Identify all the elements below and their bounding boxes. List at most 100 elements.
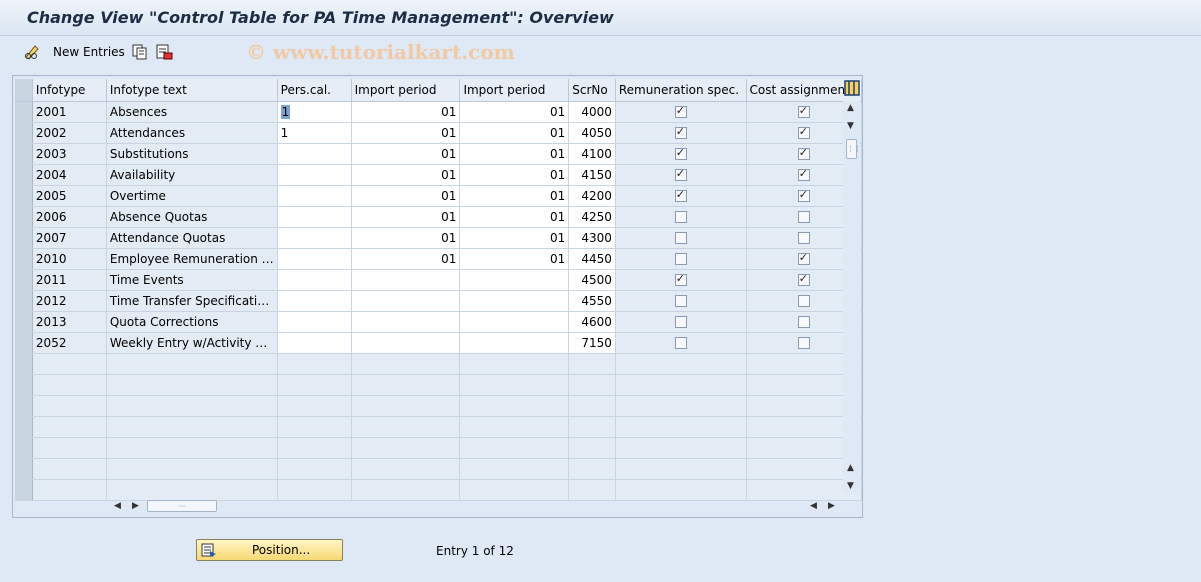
remuneration-spec-checkbox[interactable]	[615, 248, 747, 270]
select-all-header[interactable]	[15, 79, 33, 102]
checkbox[interactable]	[797, 251, 810, 265]
pers-cal-input[interactable]	[277, 206, 352, 228]
row-selector[interactable]	[15, 122, 33, 144]
table-row[interactable]: 2012 Time Transfer Specificati… 4550	[15, 290, 863, 312]
table-row[interactable]: 2002 Attendances 1 01 01 4050	[15, 122, 863, 144]
column-header[interactable]: Pers.cal.	[277, 79, 352, 102]
delimit-icon[interactable]	[155, 43, 173, 61]
pers-cal-input[interactable]	[277, 185, 352, 207]
import-period-input[interactable]: 01	[459, 206, 570, 228]
row-selector[interactable]	[15, 353, 33, 375]
row-selector[interactable]	[15, 248, 33, 270]
pers-cal-input[interactable]	[277, 332, 352, 354]
remuneration-spec-checkbox[interactable]	[615, 311, 747, 333]
remuneration-spec-checkbox[interactable]	[615, 206, 747, 228]
pers-cal-input[interactable]	[277, 290, 352, 312]
remuneration-spec-checkbox[interactable]	[615, 332, 747, 354]
remuneration-spec-checkbox[interactable]	[615, 122, 747, 144]
checkbox[interactable]	[674, 272, 687, 286]
pers-cal-input[interactable]	[277, 227, 352, 249]
row-selector[interactable]	[15, 101, 33, 123]
screen-number-input[interactable]: 4250	[568, 206, 616, 228]
row-selector[interactable]	[15, 185, 33, 207]
pers-cal-input[interactable]: 1	[277, 101, 352, 123]
import-period-input[interactable]	[459, 269, 570, 291]
checkbox[interactable]	[797, 316, 810, 328]
table-row[interactable]: 2004 Availability 01 01 4150	[15, 164, 863, 186]
import-period-input[interactable]	[459, 332, 570, 354]
checkbox[interactable]	[674, 125, 687, 139]
screen-number-input[interactable]: 4300	[568, 227, 616, 249]
import-period-input[interactable]	[351, 269, 461, 291]
row-selector[interactable]	[15, 395, 33, 417]
screen-number-input[interactable]: 7150	[568, 332, 616, 354]
screen-number-input[interactable]: 4600	[568, 311, 616, 333]
checkbox[interactable]	[797, 146, 810, 160]
import-period-input[interactable]	[351, 290, 461, 312]
remuneration-spec-checkbox[interactable]	[615, 290, 747, 312]
new-entries-button[interactable]: New Entries	[53, 45, 125, 59]
row-selector[interactable]	[15, 227, 33, 249]
screen-number-input[interactable]: 4450	[568, 248, 616, 270]
vertical-scrollbar[interactable]: ▲ ▼ ⋮⋮ ▲ ▼	[843, 101, 861, 494]
column-header[interactable]: Infotype text	[106, 79, 278, 102]
scroll-left-icon[interactable]: ◀	[114, 501, 121, 511]
row-selector[interactable]	[15, 143, 33, 165]
row-selector[interactable]	[15, 332, 33, 354]
import-period-input[interactable]: 01	[351, 143, 461, 165]
checkbox[interactable]	[797, 104, 810, 118]
column-header[interactable]: Import period	[351, 79, 461, 102]
pers-cal-input[interactable]	[277, 248, 352, 270]
screen-number-input[interactable]: 4000	[568, 101, 616, 123]
import-period-input[interactable]: 01	[351, 164, 461, 186]
position-button[interactable]: Position...	[196, 539, 343, 561]
checkbox[interactable]	[797, 211, 810, 223]
import-period-input[interactable]: 01	[459, 248, 570, 270]
copy-icon[interactable]	[131, 43, 149, 61]
checkbox[interactable]	[674, 337, 687, 349]
scroll-left-icon[interactable]: ◀	[810, 501, 817, 511]
table-row[interactable]: 2005 Overtime 01 01 4200	[15, 185, 863, 207]
table-row[interactable]: 2001 Absences 1 01 01 4000	[15, 101, 863, 123]
scroll-right-icon[interactable]: ▶	[132, 501, 139, 511]
scroll-down-icon[interactable]: ▼	[847, 481, 854, 491]
checkbox[interactable]	[797, 232, 810, 244]
import-period-input[interactable]	[351, 311, 461, 333]
checkbox[interactable]	[797, 125, 810, 139]
table-row[interactable]: 2052 Weekly Entry w/Activity … 7150	[15, 332, 863, 354]
row-selector[interactable]	[15, 437, 33, 459]
scroll-up-icon[interactable]: ▲	[847, 463, 854, 473]
table-row[interactable]: 2011 Time Events 4500	[15, 269, 863, 291]
screen-number-input[interactable]: 4550	[568, 290, 616, 312]
import-period-input[interactable]: 01	[459, 164, 570, 186]
table-row[interactable]: 2013 Quota Corrections 4600	[15, 311, 863, 333]
pers-cal-input[interactable]	[277, 164, 352, 186]
row-selector[interactable]	[15, 164, 33, 186]
table-row[interactable]: 2007 Attendance Quotas 01 01 4300	[15, 227, 863, 249]
import-period-input[interactable]: 01	[351, 122, 461, 144]
row-selector[interactable]	[15, 311, 33, 333]
row-selector[interactable]	[15, 458, 33, 480]
table-row[interactable]: 2003 Substitutions 01 01 4100	[15, 143, 863, 165]
import-period-input[interactable]: 01	[351, 227, 461, 249]
import-period-input[interactable]	[459, 290, 570, 312]
screen-number-input[interactable]: 4500	[568, 269, 616, 291]
scroll-up-icon[interactable]: ▲	[847, 103, 854, 113]
pers-cal-input[interactable]	[277, 311, 352, 333]
checkbox[interactable]	[674, 253, 687, 265]
row-selector[interactable]	[15, 269, 33, 291]
column-header[interactable]: Import period	[459, 79, 570, 102]
checkbox[interactable]	[797, 167, 810, 181]
table-row[interactable]: 2010 Employee Remuneration … 01 01 4450	[15, 248, 863, 270]
checkbox[interactable]	[674, 232, 687, 244]
remuneration-spec-checkbox[interactable]	[615, 227, 747, 249]
screen-number-input[interactable]: 4050	[568, 122, 616, 144]
import-period-input[interactable]: 01	[459, 227, 570, 249]
checkbox[interactable]	[674, 167, 687, 181]
import-period-input[interactable]: 01	[459, 185, 570, 207]
scroll-down-icon[interactable]: ▼	[847, 121, 854, 131]
horizontal-scroll-thumb[interactable]: ⋯	[147, 500, 217, 512]
checkbox[interactable]	[674, 316, 687, 328]
pers-cal-input[interactable]	[277, 269, 352, 291]
checkbox[interactable]	[674, 146, 687, 160]
